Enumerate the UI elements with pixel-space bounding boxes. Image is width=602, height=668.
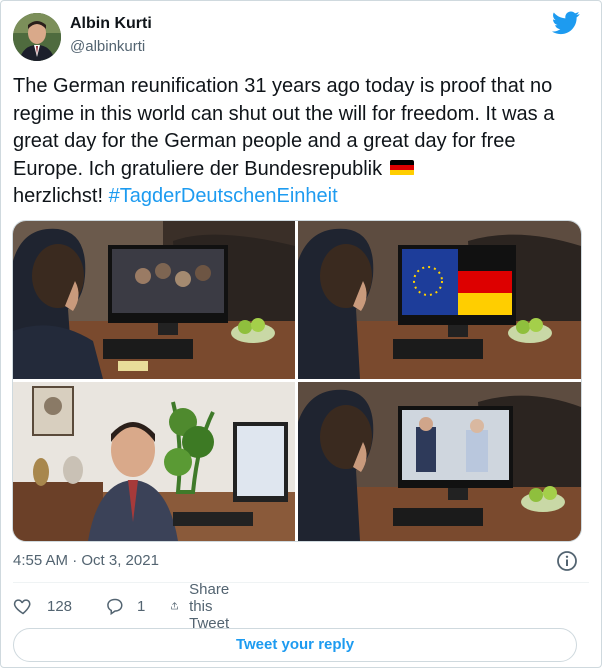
- tweet-body: The German reunification 31 years ago to…: [13, 75, 555, 180]
- divider-top: [13, 582, 589, 583]
- tweet-text: The German reunification 31 years ago to…: [13, 73, 589, 211]
- tweet-body-tail: herzlichst!: [13, 185, 104, 207]
- like-action[interactable]: 128: [13, 595, 72, 617]
- author-name[interactable]: Albin Kurti: [70, 15, 152, 33]
- tweet-timestamp[interactable]: 4:55 AM · Oct 3, 2021: [13, 552, 159, 569]
- avatar[interactable]: [13, 13, 61, 61]
- tweet-card: Albin Kurti @albinkurti The German reuni…: [0, 0, 602, 668]
- author-handle[interactable]: @albinkurti: [70, 38, 145, 55]
- reply-bubble-icon: [107, 598, 123, 616]
- tweet-your-reply-button[interactable]: Tweet your reply: [13, 628, 577, 662]
- photo-4[interactable]: [298, 382, 581, 541]
- photo-2[interactable]: [298, 221, 581, 379]
- photo-3[interactable]: [13, 382, 295, 541]
- photo-grid: [12, 220, 582, 542]
- share-action[interactable]: Share this Tweet: [170, 581, 240, 632]
- heart-icon: [13, 599, 31, 615]
- reply-count: 1: [137, 597, 146, 615]
- germany-flag-icon: [389, 159, 414, 176]
- twitter-bird-icon[interactable]: [552, 11, 580, 35]
- like-count: 128: [47, 597, 73, 615]
- share-label: Share this Tweet: [189, 580, 230, 632]
- flag-stripe-gold: [389, 170, 414, 176]
- info-icon[interactable]: [556, 550, 578, 572]
- photo-1[interactable]: [13, 221, 295, 379]
- hashtag-link[interactable]: #TagderDeutschenEinheit: [109, 185, 338, 207]
- share-icon: [171, 602, 178, 610]
- reply-action[interactable]: 1: [105, 595, 145, 617]
